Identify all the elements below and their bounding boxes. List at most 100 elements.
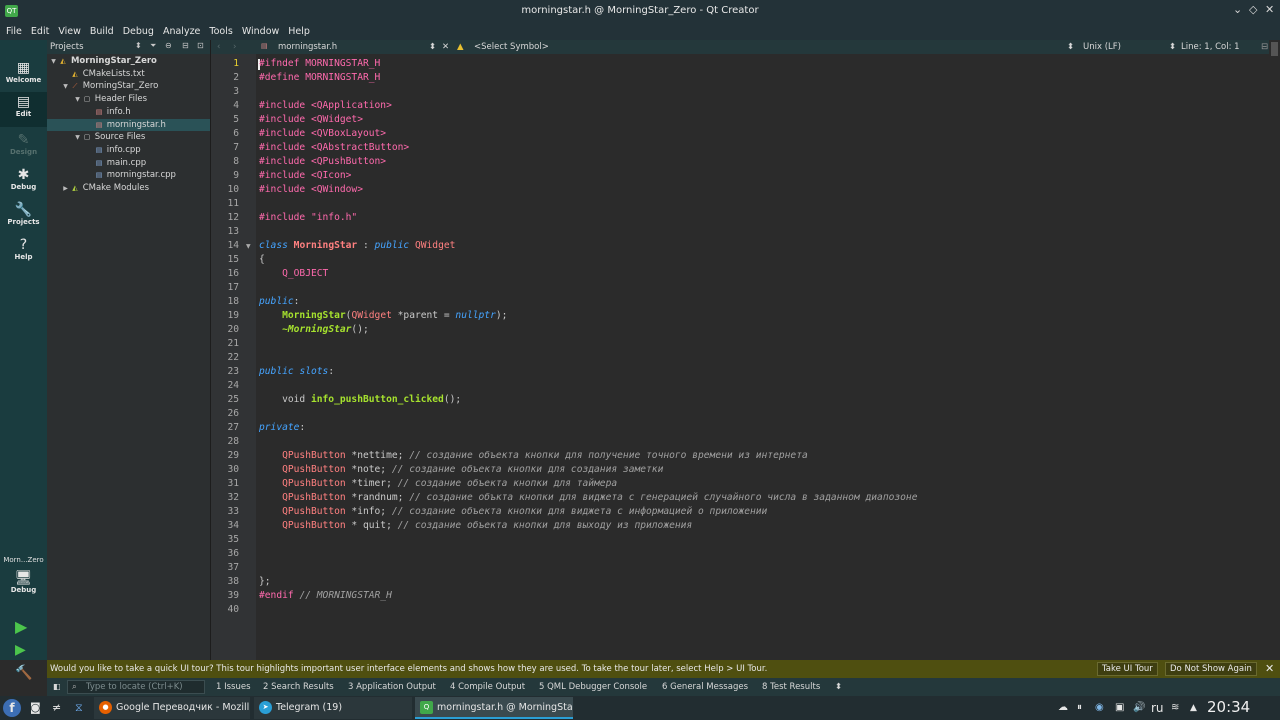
lutris-icon[interactable]: ≠ [52,696,61,720]
menu-build[interactable]: Build [90,26,114,37]
menu-edit[interactable]: Edit [31,26,49,37]
taskbar-window-telegram[interactable]: ➤ Telegram (19) [254,697,412,719]
pane-qml-debugger-console[interactable]: 5 QML Debugger Console [539,678,647,696]
tree-item[interactable]: ▤ info.cpp [47,144,210,157]
line-number: 33 [227,506,239,517]
menu-help[interactable]: Help [288,26,310,37]
tree-item[interactable]: ▤ morningstar.h [47,118,210,132]
pane-issues[interactable]: 1 Issues [216,678,251,696]
close-icon[interactable]: ✕ [1265,3,1274,16]
editor-scrollbar[interactable] [1269,40,1280,660]
link-icon[interactable]: ⊖ [165,41,172,50]
menu-view[interactable]: View [58,26,81,37]
discord-icon[interactable]: ◙ [30,696,41,720]
mode-design[interactable]: ✎ Design [0,130,47,164]
tree-item-label: info.cpp [104,144,141,155]
notifications-icon[interactable]: ▣ [1115,696,1124,720]
taskbar-window-firefox[interactable]: ● Google Переводчик - Mozill... [94,697,250,719]
vscode-icon[interactable]: ⧖ [75,696,83,720]
line-number: 23 [227,366,239,377]
line-number: 30 [227,464,239,475]
pane-general-messages[interactable]: 6 General Messages [662,678,748,696]
tree-item[interactable]: ▼ ⟋ MorningStar_Zero [47,80,210,93]
more-panes-icon[interactable]: ⬍ [835,678,842,696]
menu-tools[interactable]: Tools [209,26,232,37]
code-line: #endif // MORNINGSTAR_H [259,590,392,601]
source-file-icon: ▤ [95,171,103,180]
maximize-icon[interactable]: ◇ [1249,3,1257,16]
minimize-icon[interactable]: ⌄ [1233,3,1242,16]
symbol-dropdown-icon[interactable]: ⬍ [1067,42,1074,52]
kit-selector[interactable]: 🖥 Debug [0,568,47,602]
menu-bar: File Edit View Build Debug Analyze Tools… [0,23,1280,40]
toggle-sidebar-icon[interactable]: ◧ [53,678,61,696]
line-number: 14 [227,240,239,251]
mode-edit[interactable]: ▤ Edit [0,92,47,127]
filter-icon[interactable]: ⏷ [150,41,156,51]
menu-analyze[interactable]: Analyze [163,26,200,37]
mode-debug[interactable]: ✱ Debug [0,165,47,199]
tree-item[interactable]: ▶ ◭ CMake Modules [47,182,210,195]
forward-icon[interactable]: › [233,42,236,52]
split-editor-icon[interactable]: ⊟ [1261,42,1268,52]
pane-compile-output[interactable]: 4 Compile Output [450,678,525,696]
wifi-icon[interactable]: ≋ [1171,696,1179,720]
mode-projects[interactable]: 🔧 Projects [0,200,47,234]
close-infobar-icon[interactable]: ✕ [1265,660,1274,678]
mode-welcome[interactable]: ▦ Welcome [0,58,47,92]
code-text-area[interactable]: #ifndef MORNINGSTAR_H #define MORNINGSTAR… [256,54,1269,660]
take-ui-tour-button[interactable]: Take UI Tour [1097,662,1158,676]
line-number: 13 [227,226,239,237]
fold-marker-icon[interactable]: ▼ [246,243,251,250]
projects-header: Projects ⬍ ⏷ ⊖ ⊟ ⊡ [47,40,210,54]
code-line: #define MORNINGSTAR_H [259,72,381,83]
symbol-select[interactable]: <Select Symbol> [474,42,549,52]
volume-icon[interactable]: 🔊 [1133,696,1145,720]
dropdown-arrow-icon[interactable]: ⬍ [135,41,142,50]
open-document-select[interactable]: morningstar.h [278,42,337,52]
pane-test-results[interactable]: 8 Test Results [762,678,820,696]
expand-arrow-icon[interactable]: ▼ [73,132,82,145]
expand-arrow-icon[interactable]: ▼ [73,94,82,107]
fedora-menu-icon[interactable]: f [3,699,21,717]
mode-help[interactable]: ? Help [0,235,47,269]
pane-search-results[interactable]: 2 Search Results [263,678,334,696]
taskbar-window-qtcreator[interactable]: Q morningstar.h @ MorningSta... [415,697,573,719]
locator-input[interactable]: ⌕ Type to locate (Ctrl+K) [67,680,205,694]
debug-run-icon[interactable]: ▶ [15,642,26,658]
cloud-icon[interactable]: ☁ [1058,696,1068,720]
tree-item[interactable]: ▤ main.cpp [47,157,210,170]
cursor-position[interactable]: Line: 1, Col: 1 [1181,42,1240,52]
mode-projects-label: Projects [7,218,40,226]
menu-window[interactable]: Window [242,26,279,37]
tree-item[interactable]: ▼ ◭ MorningStar_Zero [47,55,210,68]
projects-view-select[interactable]: Projects [50,42,84,52]
back-icon[interactable]: ‹ [217,42,220,52]
menu-debug[interactable]: Debug [123,26,154,37]
keyboard-layout[interactable]: ru [1151,696,1164,720]
do-not-show-again-button[interactable]: Do Not Show Again [1165,662,1257,676]
line-endings-dropdown-icon[interactable]: ⬍ [1169,42,1176,52]
tree-item[interactable]: ◭ CMakeLists.txt [47,68,210,81]
close-document-icon[interactable]: ✕ [442,42,449,52]
pane-application-output[interactable]: 3 Application Output [348,678,436,696]
code-line: #include <QApplication> [259,100,392,111]
clock[interactable]: 20:34 [1207,698,1250,716]
run-icon[interactable]: ▶ [15,617,27,636]
scrollbar-thumb[interactable] [1271,42,1278,56]
expand-arrow-icon[interactable]: ▼ [61,81,70,94]
tree-item[interactable]: ▤ morningstar.cpp [47,169,210,182]
split-icon[interactable]: ⊟ [182,41,189,50]
tree-item[interactable]: ▼ ▢ Header Files [47,93,210,106]
build-hammer-icon[interactable]: 🔨 [15,665,32,681]
media-pause-icon[interactable]: ⏸ [1077,696,1082,720]
tray-expand-icon[interactable]: ▲ [1190,696,1197,720]
steam-icon[interactable]: ◉ [1095,696,1104,720]
collapse-arrow-icon[interactable]: ▶ [61,183,70,196]
close-pane-icon[interactable]: ⊡ [197,41,204,50]
tree-item[interactable]: ▼ ▢ Source Files [47,131,210,144]
menu-file[interactable]: File [6,26,22,37]
tree-item[interactable]: ▤ info.h [47,106,210,119]
line-endings-select[interactable]: Unix (LF) [1083,42,1121,52]
document-dropdown-icon[interactable]: ⬍ [429,42,436,52]
